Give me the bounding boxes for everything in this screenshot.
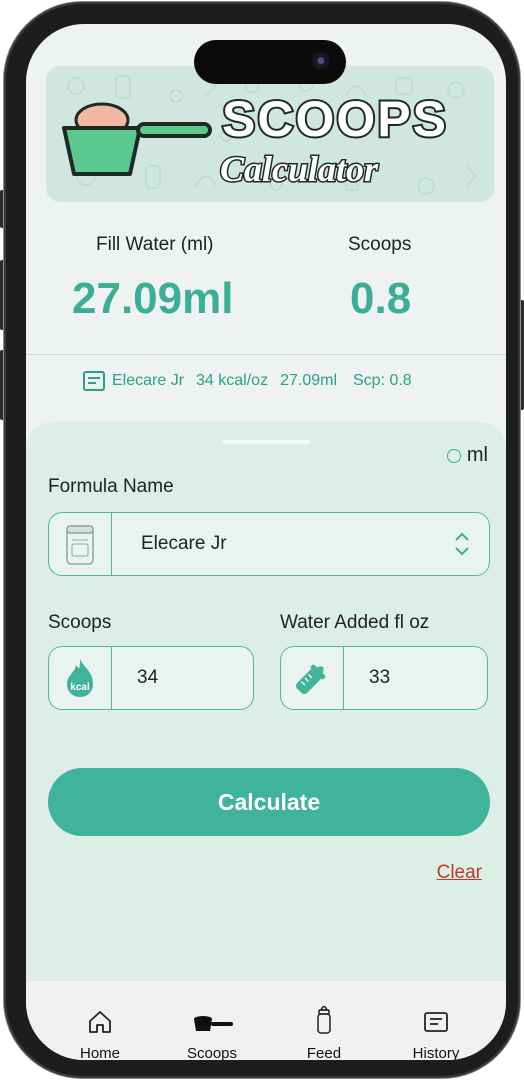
tab-feed[interactable]: Feed [284, 981, 364, 1060]
calculation-summary: Elecare Jr 34 kcal/oz 27.09ml Scp: 0.8 [82, 368, 412, 394]
summary-scoops: Scp: 0.8 [353, 372, 412, 389]
clear-link[interactable]: Clear [437, 862, 482, 884]
kcal-badge: kcal [70, 682, 90, 693]
receipt-icon [424, 1012, 448, 1032]
results-divider [26, 354, 506, 355]
formula-value: Elecare Jr [141, 533, 227, 554]
radio-icon[interactable] [446, 448, 461, 463]
scoops-result-label: Scoops [348, 234, 412, 255]
phone-frame: SCOOPS Calculator Fill Water (ml) 27.09m… [4, 2, 520, 1078]
power-button [520, 300, 524, 410]
fill-water-label: Fill Water (ml) [96, 234, 214, 255]
banner-title: SCOOPS [220, 89, 448, 149]
tab-scoops[interactable]: Scoops [172, 981, 252, 1060]
chevron-up-down-icon[interactable] [453, 531, 471, 557]
sheet-drag-handle[interactable] [222, 440, 310, 444]
scoop-icon [194, 1016, 233, 1031]
unit-label: ml [466, 444, 488, 466]
app-banner: SCOOPS Calculator [46, 66, 494, 202]
bottle-iconbox [281, 647, 344, 709]
tab-history-label: History [412, 1045, 460, 1060]
formula-can-icon [66, 525, 94, 565]
water-added-label: Water Added fl oz [280, 612, 430, 633]
scoops-input-label: Scoops [48, 612, 112, 633]
home-icon [89, 1011, 111, 1033]
scoops-input-value: 34 [137, 667, 159, 688]
kcal-iconbox: kcal [49, 647, 112, 709]
tab-home[interactable]: Home [60, 981, 140, 1060]
tab-history[interactable]: History [396, 981, 476, 1060]
summary-kcal: 34 kcal/oz [196, 372, 269, 389]
banner-subtitle: Calculator [218, 148, 379, 191]
baby-bottle-icon [295, 664, 326, 695]
tab-scoops-label: Scoops [186, 1045, 238, 1060]
calculate-button[interactable]: Calculate [48, 768, 490, 836]
dynamic-island [194, 40, 346, 84]
scoops-input[interactable]: kcal 34 [48, 646, 254, 710]
fill-water-value: 27.09ml [72, 274, 234, 323]
app-screen: SCOOPS Calculator Fill Water (ml) 27.09m… [26, 24, 506, 1060]
bottom-tab-bar: Home Scoops Feed History [26, 980, 506, 1060]
bottle-icon [317, 1005, 331, 1034]
receipt-icon [83, 371, 105, 391]
summary-water: 27.09ml [280, 372, 337, 389]
camera-icon [310, 50, 334, 74]
formula-select[interactable]: Elecare Jr [48, 512, 490, 576]
phone-mockup: SCOOPS Calculator Fill Water (ml) 27.09m… [0, 0, 524, 1080]
summary-formula: Elecare Jr [112, 372, 185, 389]
tab-feed-label: Feed [306, 1045, 342, 1060]
formula-name-label: Formula Name [48, 476, 174, 497]
water-added-value: 33 [369, 667, 391, 688]
unit-toggle[interactable]: ml [446, 444, 488, 467]
formula-can-iconbox [49, 513, 112, 575]
scoops-result-value: 0.8 [350, 274, 412, 323]
scoop-logo-icon [62, 102, 212, 176]
flame-icon: kcal [67, 659, 93, 697]
water-added-input[interactable]: 33 [280, 646, 488, 710]
tab-home-label: Home [79, 1045, 120, 1060]
